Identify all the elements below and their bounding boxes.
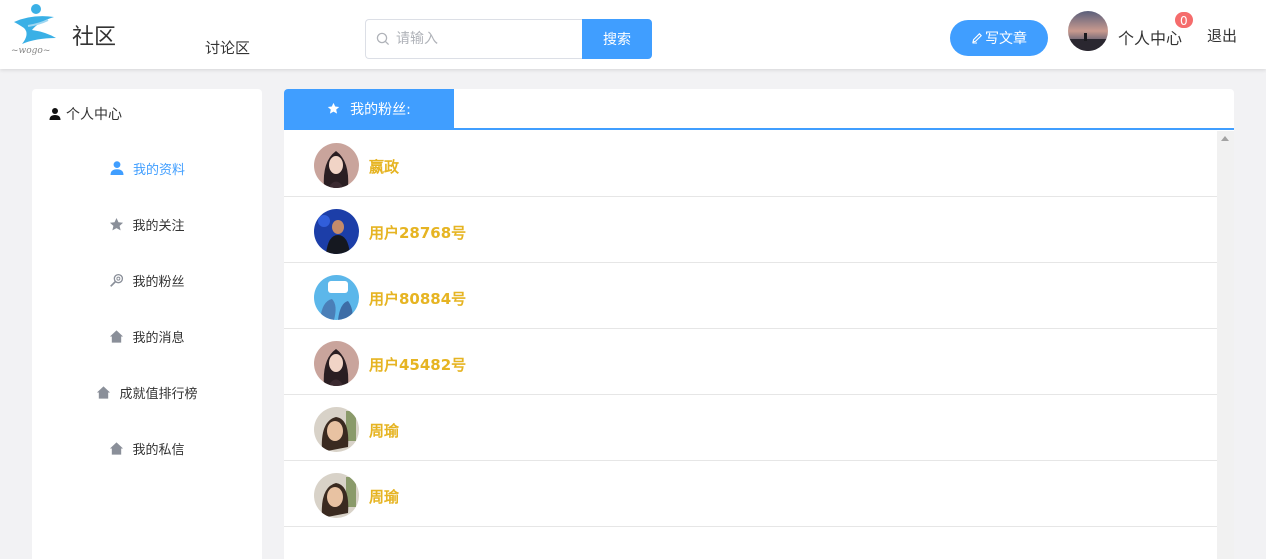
fan-avatar[interactable] (314, 473, 359, 518)
search-box (365, 19, 583, 59)
fan-row: 用户28768号 (284, 197, 1217, 263)
sidebar-item-label: 成就值排行榜 (119, 386, 198, 402)
logout-link[interactable]: 退出 (1207, 25, 1237, 46)
sidebar-item-label: 我的资料 (132, 162, 185, 178)
tab-label: 我的粉丝: (350, 101, 411, 118)
home-icon (97, 385, 111, 399)
user-center-link[interactable]: 个人中心 (1118, 25, 1182, 49)
home-icon (110, 441, 124, 455)
fan-name[interactable]: 周瑜 (369, 486, 399, 507)
sidebar-item-leaderboard[interactable]: 成就值排行榜 (32, 372, 262, 412)
notification-badge: 0 (1174, 11, 1194, 29)
sidebar-item-my-follows[interactable]: 我的关注 (32, 204, 262, 244)
top-header: ~wogo~ 社区 讨论区 搜索 写文章 (0, 0, 1266, 69)
fan-row: 周瑜 (284, 461, 1217, 527)
sidebar-item-private-messages[interactable]: 我的私信 (32, 428, 262, 468)
search-button[interactable]: 搜索 (582, 19, 652, 59)
fan-name[interactable]: 嬴政 (369, 156, 399, 177)
sidebar-title-label: 个人中心 (66, 107, 122, 123)
site-name: 社区 (72, 25, 117, 50)
logo-text: ~wogo~ (11, 46, 51, 56)
magnify-icon (110, 273, 124, 287)
fan-name[interactable]: 用户28768号 (369, 222, 466, 243)
star-icon (327, 102, 340, 114)
fan-row: 周瑜 (284, 395, 1217, 461)
sidebar-item-my-profile[interactable]: 我的资料 (32, 148, 262, 188)
fan-avatar[interactable] (314, 143, 359, 188)
tab-my-fans[interactable]: 我的粉丝: (284, 89, 454, 128)
fan-row: 用户80884号 (284, 263, 1217, 329)
tab-bar: 我的粉丝: (284, 89, 1234, 130)
sidebar: 个人中心 我的资料 我的关注 我的粉丝 我的消息 成就值排行榜 我的私信 (32, 89, 262, 559)
header-avatar[interactable] (1068, 11, 1108, 51)
fan-avatar[interactable] (314, 209, 359, 254)
fan-name[interactable]: 用户80884号 (369, 288, 466, 309)
fans-list: 嬴政 用户28768号 用户80884号 用户45482号 周瑜 周瑜 (284, 131, 1217, 527)
fan-row: 用户45482号 (284, 329, 1217, 395)
fan-row: 嬴政 (284, 131, 1217, 197)
search-icon (376, 32, 390, 46)
sidebar-item-label: 我的消息 (132, 330, 185, 346)
list-scrollbar[interactable] (1217, 131, 1234, 559)
user-icon (49, 108, 61, 120)
sidebar-item-label: 我的关注 (132, 218, 185, 234)
pencil-icon (972, 33, 982, 44)
star-icon (110, 217, 124, 230)
search-input[interactable] (396, 20, 576, 58)
write-article-button[interactable]: 写文章 (950, 20, 1048, 56)
sidebar-item-label: 我的粉丝 (132, 274, 185, 290)
scroll-up-arrow-icon[interactable] (1221, 136, 1229, 141)
sidebar-item-label: 我的私信 (132, 442, 185, 458)
user-icon (110, 161, 124, 175)
sidebar-item-my-fans[interactable]: 我的粉丝 (32, 260, 262, 300)
fan-avatar[interactable] (314, 407, 359, 452)
fan-avatar[interactable] (314, 341, 359, 386)
fan-avatar[interactable] (314, 275, 359, 320)
sidebar-item-my-messages[interactable]: 我的消息 (32, 316, 262, 356)
sidebar-title: 个人中心 (48, 104, 122, 124)
fan-name[interactable]: 周瑜 (369, 420, 399, 441)
site-logo[interactable]: ~wogo~ (10, 2, 64, 60)
nav-forum-link[interactable]: 讨论区 (205, 37, 250, 58)
main-panel: 我的粉丝: 嬴政 用户28768号 用户80884号 用户45482号 周瑜 周… (284, 89, 1234, 559)
fan-name[interactable]: 用户45482号 (369, 354, 466, 375)
home-icon (110, 329, 124, 343)
write-article-label: 写文章 (985, 31, 1027, 47)
